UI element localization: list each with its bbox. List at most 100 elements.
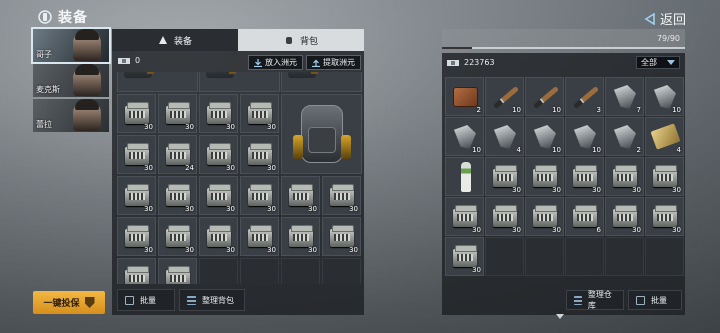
inventory-slot[interactable]: 30	[117, 135, 156, 174]
ammo-icon	[493, 205, 517, 227]
item-quantity: 30	[144, 123, 153, 131]
inventory-slot[interactable]: 2	[605, 117, 644, 156]
item-quantity: 30	[672, 226, 681, 234]
inventory-slot[interactable]: 30	[322, 176, 361, 215]
character-card[interactable]: 麦克斯	[33, 64, 109, 97]
inventory-slot[interactable]: 30	[645, 157, 684, 196]
inventory-slot[interactable]: 30	[445, 197, 484, 236]
backpack-side-strap	[341, 135, 351, 159]
inventory-slot[interactable]: 30	[485, 197, 524, 236]
category-filter-dropdown[interactable]: 全部	[636, 56, 680, 69]
empty-slot[interactable]	[281, 258, 320, 284]
list-icon	[187, 295, 196, 305]
withdraw-label: 提取洲元	[323, 58, 355, 67]
inventory-slot[interactable]: 30	[199, 217, 238, 256]
inventory-slot[interactable]: 4	[645, 117, 684, 156]
empty-slot[interactable]	[565, 237, 604, 276]
item-quantity: 30	[632, 186, 641, 194]
inventory-slot[interactable]: 30	[199, 176, 238, 215]
inventory-slot[interactable]: 30	[605, 157, 644, 196]
empty-slot[interactable]	[525, 237, 564, 276]
inventory-slot[interactable]	[158, 258, 197, 284]
inventory-slot[interactable]: 30	[240, 176, 279, 215]
cash-icon	[447, 59, 459, 66]
inventory-slot[interactable]: 30	[525, 157, 564, 196]
tool-icon	[614, 125, 636, 149]
inventory-slot[interactable]: 10	[485, 77, 524, 116]
inventory-slot[interactable]: 30	[117, 94, 156, 133]
inventory-slot[interactable]: 30	[199, 135, 238, 174]
warehouse-batch-button[interactable]: 批量	[628, 290, 682, 310]
sort-warehouse-button[interactable]: 整理仓库	[566, 290, 624, 310]
inventory-slot[interactable]: 30	[158, 217, 197, 256]
empty-slot[interactable]	[240, 258, 279, 284]
empty-slot[interactable]	[645, 237, 684, 276]
tab-backpack[interactable]: 背包	[238, 29, 364, 51]
character-card[interactable]: 哥子	[31, 27, 111, 64]
empty-slot[interactable]	[605, 237, 644, 276]
batch-button[interactable]: 批量	[117, 289, 175, 311]
inventory-slot[interactable]	[281, 72, 362, 92]
inventory-slot[interactable]: 30	[117, 176, 156, 215]
inventory-slot[interactable]: 10	[525, 77, 564, 116]
inventory-slot[interactable]: 30	[240, 94, 279, 133]
inventory-slot[interactable]	[445, 157, 484, 196]
inventory-slot[interactable]	[199, 72, 280, 92]
inventory-slot[interactable]: 10	[445, 117, 484, 156]
back-button[interactable]: 返回	[644, 9, 686, 28]
inventory-slot[interactable]: 30	[199, 94, 238, 133]
cash-icon	[118, 57, 130, 64]
inventory-slot[interactable]: 30	[240, 217, 279, 256]
character-name: 哥子	[36, 50, 52, 59]
inventory-slot[interactable]: 30	[565, 157, 604, 196]
tool-icon	[494, 125, 516, 149]
tab-equipment[interactable]: 装备	[112, 29, 238, 51]
ammo-icon	[613, 165, 637, 187]
item-quantity: 30	[185, 205, 194, 213]
backpack-slot[interactable]	[281, 94, 362, 174]
empty-slot[interactable]	[485, 237, 524, 276]
inventory-slot[interactable]: 10	[645, 77, 684, 116]
vest-icon	[288, 72, 318, 78]
inventory-slot[interactable]: 30	[240, 135, 279, 174]
withdraw-cash-button[interactable]: 提取洲元	[306, 55, 361, 70]
deposit-cash-button[interactable]: 放入洲元	[248, 55, 303, 70]
vest-icon	[124, 72, 154, 78]
inventory-slot[interactable]: 10	[525, 117, 564, 156]
shield-icon	[84, 297, 95, 308]
empty-slot[interactable]	[199, 258, 238, 284]
inventory-slot[interactable]: 30	[117, 217, 156, 256]
character-card[interactable]: 蕾拉	[33, 99, 109, 132]
empty-slot[interactable]	[322, 258, 361, 284]
inventory-slot[interactable]: 30	[605, 197, 644, 236]
inventory-slot[interactable]: 10	[565, 117, 604, 156]
inventory-slot[interactable]: 30	[485, 157, 524, 196]
inventory-slot[interactable]: 6	[565, 197, 604, 236]
item-quantity: 30	[308, 246, 317, 254]
character-hair	[75, 64, 99, 75]
inventory-slot[interactable]: 30	[281, 217, 320, 256]
inventory-slot[interactable]: 30	[525, 197, 564, 236]
inventory-slot[interactable]: 7	[605, 77, 644, 116]
inventory-slot[interactable]: 30	[158, 176, 197, 215]
inventory-slot[interactable]: 30	[281, 176, 320, 215]
inventory-slot[interactable]: 3	[565, 77, 604, 116]
inventory-slot[interactable]: 30	[445, 237, 484, 276]
inventory-slot[interactable]: 30	[322, 217, 361, 256]
upload-icon	[312, 59, 320, 67]
character-list: 哥子 麦克斯 蕾拉	[31, 27, 111, 134]
item-quantity: 30	[185, 246, 194, 254]
inventory-slot[interactable]: 4	[485, 117, 524, 156]
spray-icon	[461, 162, 471, 192]
sort-backpack-button[interactable]: 整理背包	[179, 289, 245, 311]
ammo-icon	[330, 184, 354, 206]
inventory-slot[interactable]: 30	[158, 94, 197, 133]
warehouse-money: 223763	[447, 58, 495, 67]
gear-equip-icon	[158, 36, 167, 44]
inventory-slot[interactable]: 30	[645, 197, 684, 236]
inventory-slot[interactable]	[117, 72, 198, 92]
inventory-slot[interactable]: 2	[445, 77, 484, 116]
inventory-slot[interactable]	[117, 258, 156, 284]
one-click-insure-button[interactable]: 一键投保	[33, 291, 105, 314]
inventory-slot[interactable]: 24	[158, 135, 197, 174]
